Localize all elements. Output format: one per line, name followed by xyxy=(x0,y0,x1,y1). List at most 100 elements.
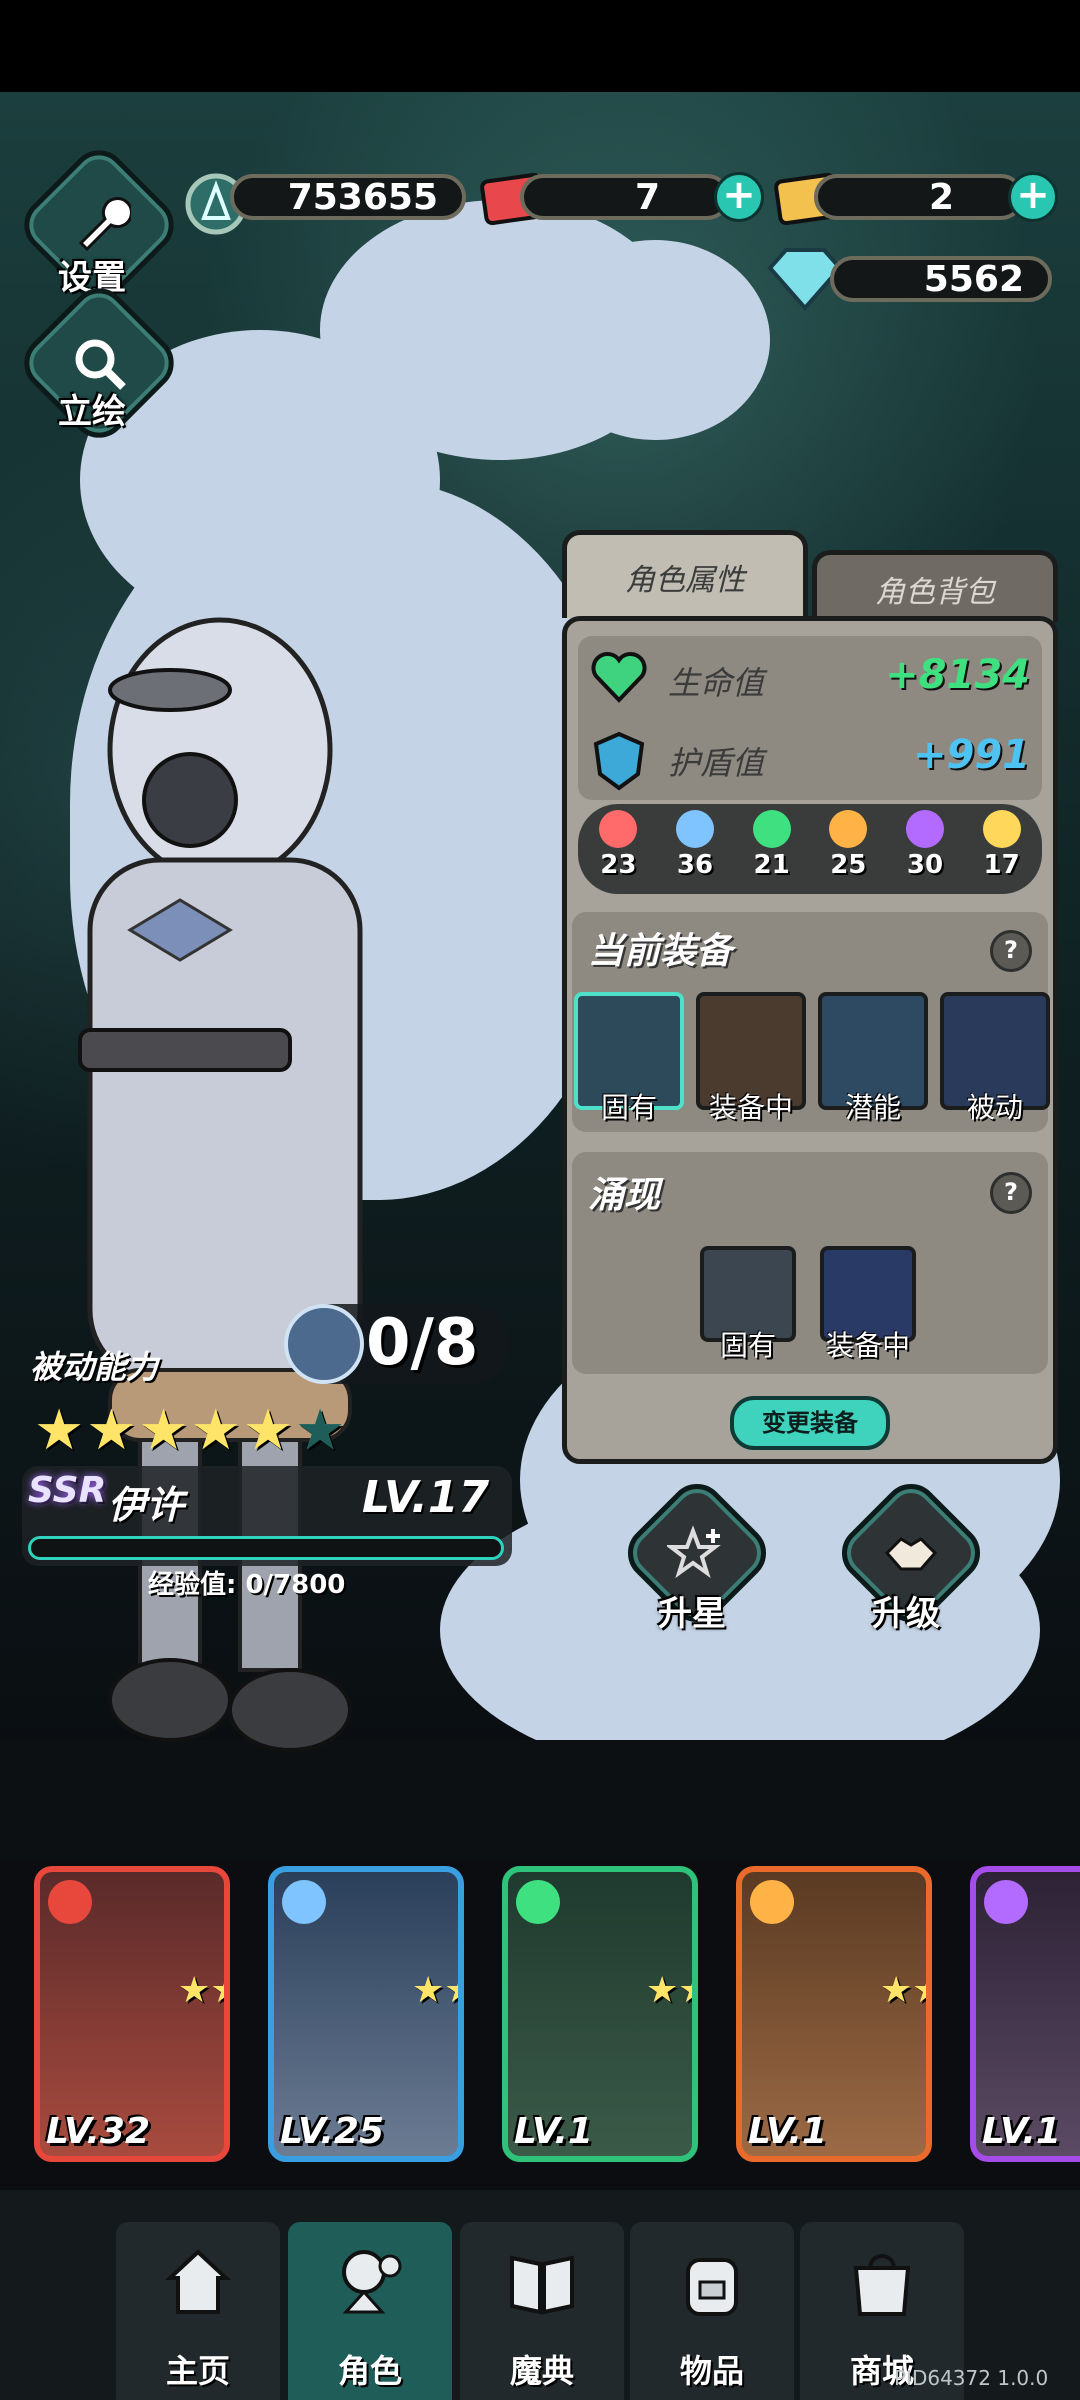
shopping-bag-icon xyxy=(853,2254,911,2316)
gold-counter: 753655 xyxy=(230,174,466,220)
shield-icon xyxy=(590,730,648,796)
character-level: LV.17 xyxy=(362,1472,490,1523)
rainbow-ticket-counter: 2 xyxy=(814,174,1024,220)
emerge-title: 涌现 xyxy=(588,1175,661,1216)
shield-value: +991 xyxy=(912,732,1030,778)
tab-bag[interactable]: 角色背包 xyxy=(812,550,1058,622)
level-up-label: 升级 xyxy=(872,1594,940,1634)
star-rating: ★★★★★★ xyxy=(34,1398,347,1463)
backpack-icon xyxy=(686,2258,738,2316)
nav-items-label: 物品 xyxy=(679,2352,744,2390)
tab-attributes-label: 角色属性 xyxy=(625,562,745,598)
tab-attributes[interactable]: 角色属性 xyxy=(562,530,808,618)
exp-text: 经验值: 0/7800 xyxy=(148,1570,346,1600)
light-element: 17 xyxy=(966,810,1038,880)
diamond-value: 5562 xyxy=(923,258,1024,300)
wind-icon xyxy=(516,1880,560,1924)
wrench-icon xyxy=(78,197,131,252)
heart-icon xyxy=(590,648,648,710)
wind-icon xyxy=(752,810,791,848)
equipment-title: 当前装备 xyxy=(588,931,733,972)
star-filled-icon: ★★★★★ xyxy=(34,1398,296,1463)
fire-value: 23 xyxy=(600,850,637,880)
hp-label: 生命值 xyxy=(668,664,765,702)
passive-avatar xyxy=(284,1304,364,1384)
slot-label-innate: 固有 xyxy=(600,1091,657,1124)
status-bar xyxy=(0,0,1080,92)
exp-bar xyxy=(28,1536,504,1560)
emerge-help-button[interactable]: ? xyxy=(990,1172,1032,1214)
help-icon: ? xyxy=(1004,1178,1018,1206)
ice-icon xyxy=(282,1880,326,1924)
star-up-label: 升星 xyxy=(658,1594,726,1634)
star-plus-icon xyxy=(667,1525,721,1579)
help-icon: ? xyxy=(1004,936,1018,964)
slot-label-equipped: 装备中 xyxy=(708,1091,793,1124)
thunder-element: 25 xyxy=(812,810,884,880)
character-icon xyxy=(342,2250,402,2314)
void-icon xyxy=(984,1880,1028,1924)
red-ticket-counter: 7 xyxy=(520,174,730,220)
hero-stars: ★★★★ xyxy=(178,1970,224,2011)
lightning-icon xyxy=(750,1880,794,1924)
house-icon xyxy=(164,2249,232,2314)
fire-icon xyxy=(48,1880,92,1924)
slot-label-potential: 潜能 xyxy=(844,1091,901,1124)
hero-stars: ★★★ xyxy=(880,1970,926,2011)
hero-stars: ★★★★ xyxy=(412,1970,458,2011)
nav-character[interactable]: 角色 xyxy=(288,2222,452,2400)
hero-level: LV.1 xyxy=(748,2111,827,2152)
roster-card[interactable]: ★★★ LV.1 xyxy=(736,1866,932,2162)
character-illustration xyxy=(20,600,500,1780)
character-name: 伊许 xyxy=(108,1483,185,1527)
wind-element: 21 xyxy=(736,810,808,880)
fire-element: 23 xyxy=(582,810,654,880)
dark-value: 30 xyxy=(906,850,944,880)
roster-card[interactable]: ★★★★ LV.1 xyxy=(502,1866,698,2162)
hero-level: LV.1 xyxy=(982,2111,1061,2152)
emerge-label-innate: 固有 xyxy=(719,1329,776,1362)
sun-icon xyxy=(982,810,1021,848)
hero-level: LV.25 xyxy=(280,2111,385,2152)
handshake-icon xyxy=(884,1537,938,1571)
ice-icon xyxy=(675,810,714,848)
hero-level: LV.32 xyxy=(46,2111,151,2152)
roster-card[interactable]: LV.1 xyxy=(970,1866,1080,2162)
change-equipment-button[interactable]: 变更装备 xyxy=(730,1396,890,1450)
hero-stars: ★★★★ xyxy=(646,1970,692,2011)
ice-value: 36 xyxy=(676,850,714,880)
nav-items[interactable]: 物品 xyxy=(630,2222,794,2400)
add-rainbow-ticket-button[interactable]: + xyxy=(1008,172,1058,222)
emerge-label-equipped: 装备中 xyxy=(825,1329,910,1362)
hp-value: +8134 xyxy=(885,652,1030,698)
version-text: PID64372 1.0.0 xyxy=(894,2366,1049,2390)
dark-element: 30 xyxy=(889,810,961,880)
passive-label: 被动能力 xyxy=(30,1348,159,1386)
roster-card[interactable]: ★★★★ LV.32 xyxy=(34,1866,230,2162)
gold-value: 753655 xyxy=(287,176,438,218)
void-icon xyxy=(905,810,944,848)
equipment-help-button[interactable]: ? xyxy=(990,930,1032,972)
star-empty-icon: ★ xyxy=(295,1398,348,1463)
cloud-shape xyxy=(540,240,770,440)
nav-grimoire[interactable]: 魔典 xyxy=(460,2222,624,2400)
passive-count: 0/8 xyxy=(366,1306,479,1380)
nav-home-label: 主页 xyxy=(165,2352,230,2390)
element-list: 23 36 21 25 30 17 xyxy=(580,810,1040,880)
light-value: 17 xyxy=(983,850,1020,880)
wind-value: 21 xyxy=(753,850,790,880)
add-red-ticket-button[interactable]: + xyxy=(714,172,764,222)
diamond-counter: 5562 xyxy=(830,256,1052,302)
thunder-value: 25 xyxy=(830,850,867,880)
red-ticket-value: 7 xyxy=(634,176,660,218)
book-icon xyxy=(510,2255,574,2315)
hero-level: LV.1 xyxy=(514,2111,593,2152)
nav-home[interactable]: 主页 xyxy=(116,2222,280,2400)
roster-card[interactable]: ★★★★ LV.25 xyxy=(268,1866,464,2162)
fire-icon xyxy=(599,810,638,848)
rarity-badge: SSR xyxy=(28,1470,107,1511)
portrait-label: 立绘 xyxy=(58,392,126,432)
lightning-icon xyxy=(829,810,868,848)
ice-element: 36 xyxy=(659,810,731,880)
nav-character-label: 角色 xyxy=(337,2352,402,2390)
